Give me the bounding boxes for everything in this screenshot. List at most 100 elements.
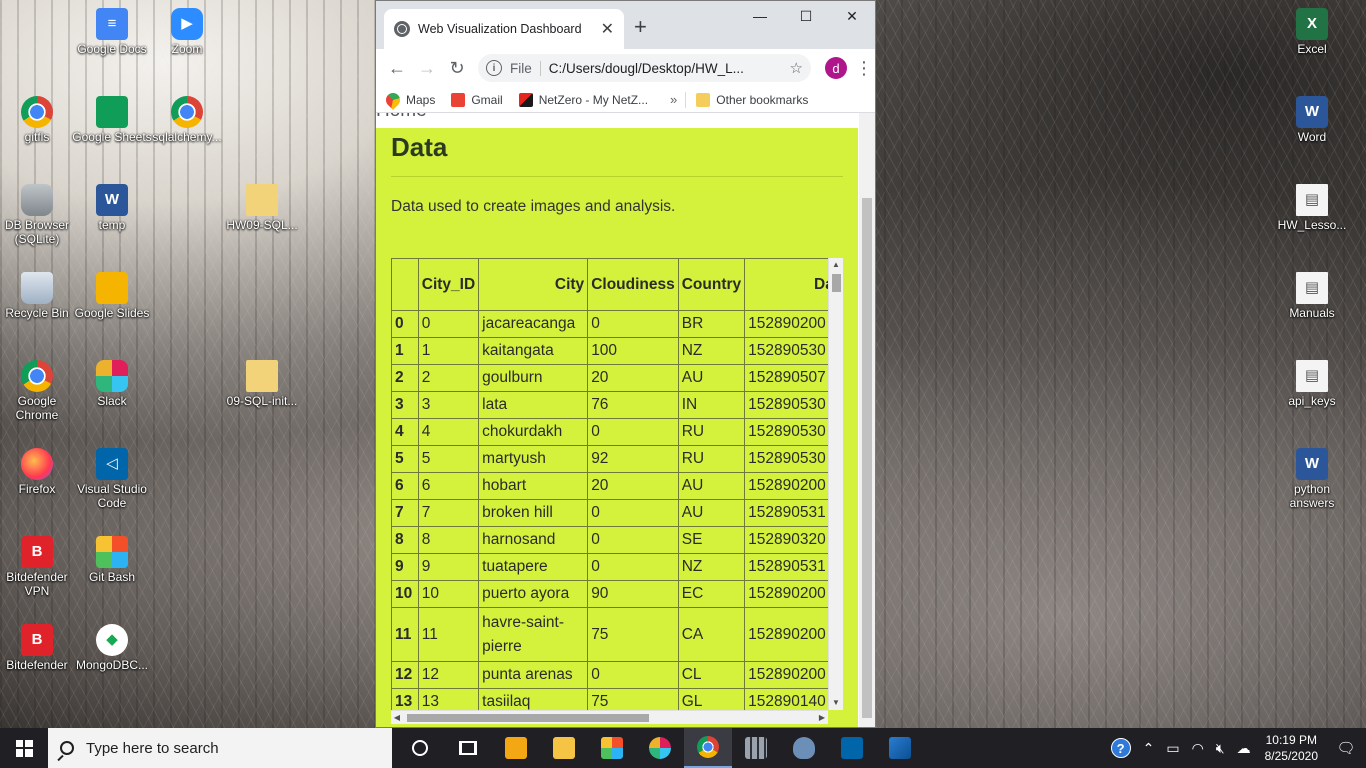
back-button[interactable]: ←	[382, 58, 412, 79]
desktop-icon-recycle-bin[interactable]: Recycle Bin	[0, 272, 77, 320]
minimize-button[interactable]: —	[737, 1, 783, 31]
scroll-left-arrow-icon[interactable]: ◀	[391, 711, 403, 724]
address-url[interactable]: C:/Users/dougl/Desktop/HW_L...	[549, 61, 784, 76]
data-table-container[interactable]: City_ID City Cloudiness Country Dat 0 0 jacare…	[391, 258, 843, 710]
desktop-icon-manuals[interactable]: ▤ Manuals	[1272, 272, 1352, 320]
desktop-icon-label: sqlalchemy...	[152, 130, 222, 144]
db-icon	[21, 184, 53, 216]
close-tab-icon[interactable]: ✕	[601, 19, 614, 39]
forward-button[interactable]: →	[412, 58, 442, 79]
desktop-icon-label: Bitdefender	[6, 658, 68, 672]
table-cell: 11	[417, 607, 480, 662]
bookmark-star-icon[interactable]: ☆	[790, 59, 803, 77]
desktop-icon-hw-lesso[interactable]: ▤ HW_Lesso...	[1272, 184, 1352, 232]
desktop-icon-google-docs[interactable]: ≡ Google Docs	[72, 8, 152, 56]
menu-kebab-icon[interactable]: ⋮	[855, 58, 873, 79]
desktop-icon-google-slides[interactable]: Google Slides	[72, 272, 152, 320]
desktop-icon-gitfls[interactable]: gitfls	[0, 96, 77, 144]
desktop-icon-db-browser-sqlite[interactable]: DB Browser (SQLite)	[0, 184, 77, 246]
scroll-down-arrow-icon[interactable]: ▼	[829, 696, 843, 710]
desktop-icon-bitdefender-vpn[interactable]: B Bitdefender VPN	[0, 536, 77, 598]
bookmarks-overflow-button[interactable]: »	[670, 92, 677, 107]
address-bar[interactable]: i File C:/Users/dougl/Desktop/HW_L... ☆	[478, 54, 811, 82]
bookmark-netzero[interactable]: NetZero - My NetZ...	[518, 92, 648, 107]
start-button[interactable]	[0, 728, 48, 768]
other-bookmarks[interactable]: Other bookmarks	[696, 92, 808, 107]
clock[interactable]: 10:19 PM 8/25/2020	[1265, 732, 1318, 764]
desktop-icon-api-keys[interactable]: ▤ api_keys	[1272, 360, 1352, 408]
taskbar-vscode[interactable]	[828, 728, 876, 768]
scroll-right-arrow-icon[interactable]: ▶	[816, 711, 828, 724]
desktop-icon-mongodbc[interactable]: ◆ MongoDBC...	[72, 624, 152, 672]
table-hscroll-thumb[interactable]	[407, 714, 649, 722]
wifi-icon[interactable]: ◠	[1192, 740, 1204, 757]
new-tab-button[interactable]: +	[634, 14, 647, 40]
info-icon[interactable]: i	[486, 60, 502, 76]
desktop-icon-firefox[interactable]: Firefox	[0, 448, 77, 496]
desktop-icon-zoom[interactable]: ▶ Zoom	[147, 8, 227, 56]
desktop-icon-hw09-sql[interactable]: HW09-SQL...	[222, 184, 302, 232]
desktop-icon-label: temp	[98, 218, 126, 232]
page-scrollbar[interactable]	[859, 113, 875, 727]
bookmark-maps[interactable]: Maps	[383, 89, 436, 110]
page-scroll-thumb[interactable]	[862, 198, 872, 718]
desktop-icon-sqlalchemy[interactable]: sqlalchemy...	[147, 96, 227, 144]
desktop-icon-word[interactable]: W Word	[1272, 96, 1352, 144]
taskbar-photos[interactable]	[876, 728, 924, 768]
taskbar-file-explorer[interactable]	[540, 728, 588, 768]
taskbar-search[interactable]: Type here to search	[48, 728, 392, 768]
table-header-row: City_ID City Cloudiness Country Dat	[391, 258, 843, 311]
table-cell: 0	[587, 499, 679, 527]
notification-center-icon[interactable]: 🗨︎	[1326, 728, 1366, 768]
desktop-icon-09-sql-init[interactable]: 09-SQL-init...	[222, 360, 302, 408]
bd-icon: B	[21, 536, 53, 568]
volume-muted-icon[interactable]: 🔇︎	[1216, 740, 1225, 757]
desktop-icon-git-bash[interactable]: Git Bash	[72, 536, 152, 584]
taskbar-calculator[interactable]	[732, 728, 780, 768]
table-row: 1 1 kaitangata 100 NZ 152890530	[391, 337, 843, 365]
desktop-icon-slack[interactable]: Slack	[72, 360, 152, 408]
table-row: 13 13 tasiilaq 75 GL 152890140	[391, 688, 843, 710]
desktop-icon-label: Slack	[97, 394, 127, 408]
chevron-up-icon[interactable]: ⌃	[1143, 740, 1155, 757]
word-icon: W	[1296, 96, 1328, 128]
battery-icon[interactable]: ▭	[1166, 740, 1179, 757]
nav-home-link[interactable]: Home	[376, 113, 427, 122]
desktop-icon-google-sheets[interactable]: Google Sheets	[72, 96, 152, 144]
taskbar-slack[interactable]	[636, 728, 684, 768]
taskbar-media-player[interactable]	[492, 728, 540, 768]
bookmark-gmail[interactable]: Gmail	[451, 92, 503, 107]
table-vertical-scrollbar[interactable]: ▲ ▼	[828, 258, 843, 710]
close-window-button[interactable]: ✕	[829, 1, 875, 31]
table-horizontal-scrollbar[interactable]: ◀ ▶	[391, 710, 828, 724]
taskbar-git[interactable]	[588, 728, 636, 768]
zoom-icon: ▶	[171, 8, 203, 40]
desktop-icon-google-chrome[interactable]: Google Chrome	[0, 360, 77, 422]
taskbar: Type here to search ? ⌃ ▭ ◠ 🔇︎ ☁ 10:19 P…	[0, 728, 1366, 768]
taskbar-apps	[396, 728, 924, 768]
desktop-icon-temp[interactable]: Wtemp	[72, 184, 152, 232]
reload-button[interactable]: ↻	[442, 58, 472, 79]
clock-time: 10:19 PM	[1265, 733, 1317, 747]
taskbar-chrome[interactable]	[684, 728, 732, 768]
help-icon[interactable]: ?	[1110, 738, 1131, 758]
cortana-button[interactable]	[396, 728, 444, 768]
desktop-icon-excel[interactable]: X Excel	[1272, 8, 1352, 56]
desktop-icon-bitdefender[interactable]: B Bitdefender	[0, 624, 77, 672]
scroll-up-arrow-icon[interactable]: ▲	[829, 258, 843, 272]
task-view-button[interactable]	[444, 728, 492, 768]
cloud-upload-icon[interactable]: ☁	[1237, 740, 1251, 757]
taskbar-postgres[interactable]	[780, 728, 828, 768]
desktop-icon-visual-studio-code[interactable]: ◁ Visual Studio Code	[72, 448, 152, 510]
table-cell: 9	[391, 553, 419, 581]
desktop-icon-label: Word	[1297, 130, 1327, 144]
table-vscroll-thumb[interactable]	[832, 274, 841, 292]
bookmark-label: Maps	[406, 92, 436, 107]
tab-web-visualization-dashboard[interactable]: Web Visualization Dashboard ✕	[384, 9, 624, 49]
table-cell: 0	[587, 310, 679, 338]
slack-icon	[649, 737, 671, 759]
maximize-button[interactable]: ☐	[783, 1, 829, 31]
desktop-icon-python-answers[interactable]: Wpython answers	[1272, 448, 1352, 510]
table-cell: 1	[417, 337, 480, 365]
profile-avatar[interactable]: d	[825, 57, 847, 79]
